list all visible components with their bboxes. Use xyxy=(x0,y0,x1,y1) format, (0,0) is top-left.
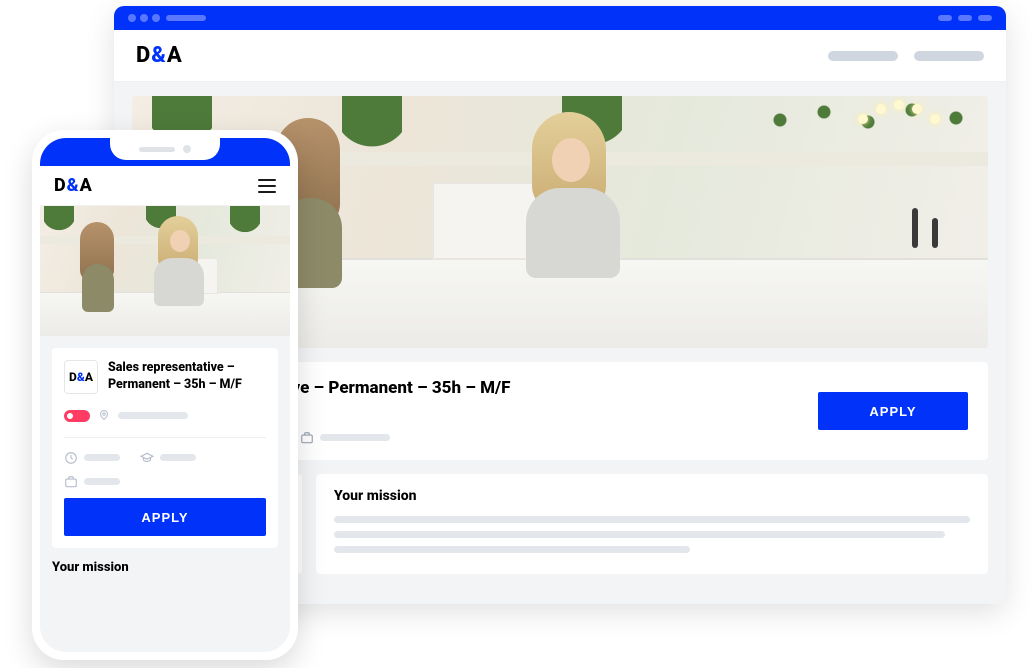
briefcase-icon xyxy=(300,430,314,444)
meta-contract xyxy=(300,430,390,444)
nav-item-placeholder[interactable] xyxy=(914,51,984,61)
logo-part: A xyxy=(85,370,93,384)
mission-heading: Your mission xyxy=(52,560,278,575)
meta-hours xyxy=(64,450,120,464)
titlebar-placeholder xyxy=(166,15,206,21)
nav-item-placeholder[interactable] xyxy=(828,51,898,61)
meta-placeholder xyxy=(160,454,196,461)
titlebar-placeholder xyxy=(938,15,952,21)
meta-placeholder xyxy=(320,434,390,441)
brand-logo[interactable]: D&A xyxy=(136,43,183,68)
apply-button[interactable]: APPLY xyxy=(818,392,968,430)
text-placeholder xyxy=(334,516,970,523)
logo-part: A xyxy=(167,43,183,68)
mission-card: Your mission xyxy=(316,474,988,574)
mobile-body: D&A Sales representative – Permanent – 3… xyxy=(40,206,290,652)
window-dot xyxy=(152,14,160,22)
menu-icon[interactable] xyxy=(258,179,276,193)
logo-part: A xyxy=(80,175,93,196)
browser-titlebar xyxy=(114,6,1006,30)
graduation-cap-icon xyxy=(140,450,154,464)
meta-contract xyxy=(64,474,120,488)
briefcase-icon xyxy=(64,474,78,488)
apply-button[interactable]: APPLY xyxy=(64,498,266,536)
window-dot xyxy=(128,14,136,22)
logo-amp: & xyxy=(151,43,167,68)
titlebar-placeholder xyxy=(978,15,992,21)
logo-amp: & xyxy=(67,175,80,196)
pin-icon xyxy=(98,406,110,425)
job-summary-card: D&A Sales representative – Permanent – 3… xyxy=(52,348,278,548)
logo-amp: & xyxy=(77,370,85,384)
company-logo-badge: D&A xyxy=(64,360,98,394)
hero-image xyxy=(40,206,290,336)
meta-placeholder xyxy=(84,454,120,461)
location-placeholder xyxy=(118,412,188,419)
text-placeholder xyxy=(334,531,945,538)
mobile-header: D&A xyxy=(40,166,290,206)
mission-card: Your mission xyxy=(52,560,278,575)
logo-part: D xyxy=(69,370,77,384)
meta-placeholder xyxy=(84,478,120,485)
clock-icon xyxy=(64,450,78,464)
mission-heading: Your mission xyxy=(334,488,970,504)
logo-part: D xyxy=(54,175,67,196)
text-placeholder xyxy=(334,546,690,553)
site-header: D&A xyxy=(114,30,1006,82)
logo-part: D xyxy=(136,43,151,68)
phone-notch xyxy=(110,138,220,160)
status-badge xyxy=(64,410,90,422)
meta-education xyxy=(140,450,196,464)
mobile-phone-mock: D&A D&A Sales representative – Permanent… xyxy=(32,130,298,660)
header-nav xyxy=(828,51,984,61)
job-title: Sales representative – Permanent – 35h –… xyxy=(108,360,266,394)
titlebar-placeholder xyxy=(958,15,972,21)
window-dot xyxy=(140,14,148,22)
brand-logo[interactable]: D&A xyxy=(54,175,93,196)
